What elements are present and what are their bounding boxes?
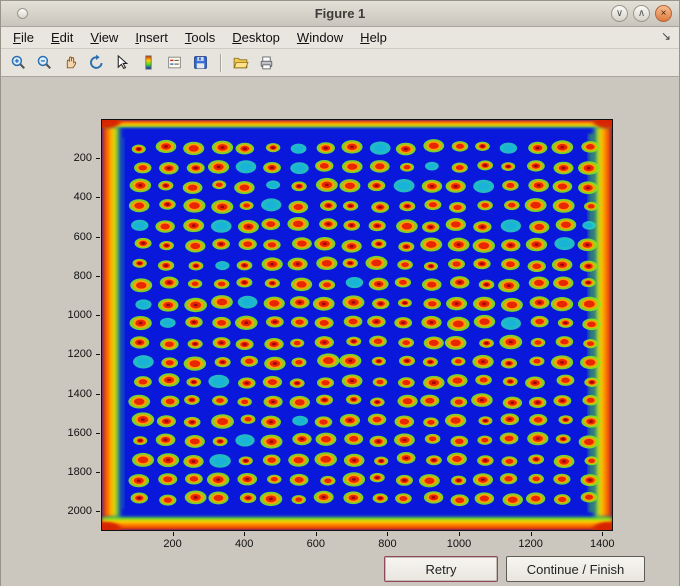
toolbar-zoom-out-button[interactable] (33, 51, 56, 74)
y-tick (96, 236, 100, 238)
window-controls: ∨ ∧ × (611, 5, 672, 22)
close-button[interactable]: × (655, 5, 672, 22)
figure-plot-image[interactable] (102, 120, 612, 530)
x-tick (244, 532, 246, 536)
toolbar (1, 49, 679, 77)
save-icon (194, 56, 207, 69)
x-tick (530, 532, 532, 536)
menubar: File Edit View Insert Tools Desktop Window Help… (1, 27, 679, 49)
y-tick-label: 1000 (67, 309, 92, 322)
x-tick (315, 532, 317, 536)
window-title: Figure 1 (314, 6, 366, 21)
insert-legend-icon (168, 56, 181, 69)
x-tick (602, 532, 604, 536)
x-tick-label: 1400 (590, 538, 615, 550)
menubar-items: File Edit View Insert Tools Desktop Window Help (13, 30, 387, 45)
dock-figure-icon[interactable]: ↘ (661, 29, 671, 43)
toolbar-print-button[interactable] (255, 51, 278, 74)
rotate-3d-icon (90, 54, 103, 69)
matlab-figure-window: Figure 1 ∨ ∧ × File Edit View Insert Tools Desk… (0, 0, 680, 586)
data-cursor-icon (117, 54, 129, 70)
y-tick-label: 1800 (67, 466, 92, 479)
zoom-out-icon (37, 55, 51, 69)
x-tick-label: 1200 (518, 538, 543, 550)
y-tick-label: 400 (73, 191, 92, 204)
zoom-in-icon (11, 55, 25, 69)
x-tick-label: 800 (378, 538, 397, 550)
menu-item-edit[interactable]: Edit (51, 30, 73, 45)
menu-item-desktop[interactable]: Desktop (232, 30, 280, 45)
y-tick-label: 800 (73, 269, 92, 282)
x-tick (459, 532, 461, 536)
y-tick (96, 158, 100, 160)
axes-box (101, 119, 613, 531)
y-tick-label: 1200 (67, 348, 92, 361)
print-icon (260, 56, 273, 70)
retry-button[interactable]: Retry (384, 556, 498, 582)
y-tick (96, 472, 100, 474)
open-icon (233, 57, 249, 69)
toolbar-separator (220, 53, 221, 72)
y-tick (96, 315, 100, 317)
y-tick-label: 200 (73, 152, 92, 165)
x-tick-label: 400 (235, 538, 254, 550)
x-tick (172, 532, 174, 536)
menu-item-window[interactable]: Window (297, 30, 343, 45)
y-tick (96, 432, 100, 434)
y-tick-label: 1600 (67, 426, 92, 439)
toolbar-pan-button[interactable] (59, 51, 82, 74)
menu-item-view[interactable]: View (90, 30, 118, 45)
y-tick (96, 354, 100, 356)
y-tick (96, 197, 100, 199)
toolbar-zoom-in-button[interactable] (7, 51, 30, 74)
titlebar: Figure 1 ∨ ∧ × (1, 1, 679, 27)
toolbar-colorbar-button[interactable] (137, 51, 160, 74)
toolbar-open-button[interactable] (229, 51, 252, 74)
x-tick-label: 200 (163, 538, 182, 550)
colorbar-icon (145, 55, 152, 70)
continue-finish-button[interactable]: Continue / Finish (506, 556, 645, 582)
x-tick-label: 1000 (446, 538, 472, 550)
y-tick (96, 393, 100, 395)
toolbar-data-cursor-button[interactable] (111, 51, 134, 74)
y-tick-label: 2000 (67, 505, 92, 518)
y-tick (96, 511, 100, 513)
x-tick-label: 600 (306, 538, 325, 550)
toolbar-insert-legend-button[interactable] (163, 51, 186, 74)
maximize-button[interactable]: ∧ (633, 5, 650, 22)
menu-item-insert[interactable]: Insert (135, 30, 168, 45)
minimize-button[interactable]: ∨ (611, 5, 628, 22)
menu-item-tools[interactable]: Tools (185, 30, 215, 45)
x-tick (387, 532, 389, 536)
menu-item-file[interactable]: File (13, 30, 34, 45)
figure-content: 200 400 600 800 1000 1200 1400 200 400 600 800 1000… (1, 77, 679, 586)
toolbar-save-button[interactable] (189, 51, 212, 74)
y-tick (96, 275, 100, 277)
toolbar-rotate-3d-button[interactable] (85, 51, 108, 74)
y-tick-label: 1400 (67, 387, 92, 400)
menu-item-help[interactable]: Help (360, 30, 387, 45)
y-tick-label: 600 (73, 230, 92, 243)
pan-icon (66, 56, 77, 69)
